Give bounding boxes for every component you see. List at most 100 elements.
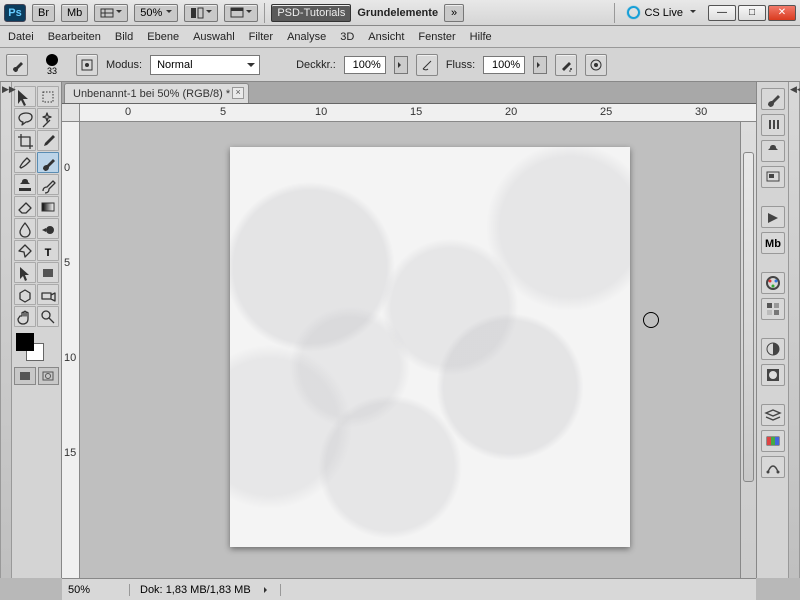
foreground-color-swatch[interactable] <box>16 333 34 351</box>
canvas-viewport[interactable] <box>80 122 740 578</box>
flow-input[interactable]: 100% <box>483 56 525 74</box>
svg-text:T: T <box>45 247 52 259</box>
quickmask-mode-button[interactable] <box>38 367 60 385</box>
zoom-level-dropdown[interactable]: 50% <box>134 4 178 22</box>
opacity-scrubber[interactable] <box>394 56 408 74</box>
rect-marquee-tool[interactable] <box>37 86 59 107</box>
menu-bar: Datei Bearbeiten Bild Ebene Auswahl Filter Ana… <box>0 26 800 48</box>
menu-datei[interactable]: Datei <box>8 31 34 43</box>
path-select-tool[interactable] <box>14 262 36 283</box>
gradient-tool[interactable] <box>37 196 59 217</box>
svg-text:Mb: Mb <box>765 238 781 250</box>
window-maximize-button[interactable]: □ <box>738 5 766 21</box>
menu-auswahl[interactable]: Auswahl <box>193 31 235 43</box>
menu-bearbeiten[interactable]: Bearbeiten <box>48 31 101 43</box>
right-dock-collapse[interactable]: ◀◀ <box>788 82 800 578</box>
swatches-panel-icon[interactable] <box>761 298 785 320</box>
zoom-tool[interactable] <box>37 306 59 327</box>
screen-mode-button[interactable] <box>224 4 258 22</box>
menu-ebene[interactable]: Ebene <box>147 31 179 43</box>
actions-panel-icon[interactable] <box>761 206 785 228</box>
blend-mode-label: Modus: <box>106 59 142 71</box>
menu-analyse[interactable]: Analyse <box>287 31 326 43</box>
opacity-label: Deckkr.: <box>296 59 336 71</box>
eyedropper-tool[interactable] <box>37 130 59 151</box>
brush-panel-toggle[interactable] <box>76 54 98 76</box>
bridge-launch-button[interactable]: Br <box>32 4 55 22</box>
tool-preset-picker[interactable] <box>6 54 28 76</box>
document-canvas[interactable] <box>230 147 630 547</box>
horizontal-ruler: 05101520253035 <box>62 104 756 122</box>
vertical-ruler: 051015 <box>62 122 80 578</box>
adjustments-panel-icon[interactable] <box>761 338 785 360</box>
left-dock-collapse[interactable]: ▶▶ <box>0 82 12 578</box>
window-close-button[interactable]: ✕ <box>768 5 796 21</box>
opacity-input[interactable]: 100% <box>344 56 386 74</box>
view-extras-button[interactable] <box>94 4 128 22</box>
menu-filter[interactable]: Filter <box>249 31 273 43</box>
pen-tool[interactable] <box>14 240 36 261</box>
workspace-psdtutorials-button[interactable]: PSD-Tutorials <box>271 4 351 22</box>
photoshop-logo: Ps <box>4 4 26 22</box>
document-tab[interactable]: Unbenannt-1 bei 50% (RGB/8) * × <box>64 83 249 103</box>
menu-ansicht[interactable]: Ansicht <box>368 31 404 43</box>
menu-hilfe[interactable]: Hilfe <box>470 31 492 43</box>
blur-tool[interactable] <box>14 218 36 239</box>
eraser-tool[interactable] <box>14 196 36 217</box>
navigator-panel-icon[interactable] <box>761 166 785 188</box>
magic-wand-tool[interactable] <box>37 108 59 129</box>
menu-bild[interactable]: Bild <box>115 31 133 43</box>
dodge-tool[interactable] <box>37 218 59 239</box>
cslive-icon <box>627 6 640 19</box>
window-minimize-button[interactable]: — <box>708 5 736 21</box>
flow-label: Fluss: <box>446 59 475 71</box>
lasso-tool[interactable] <box>14 108 36 129</box>
menu-fenster[interactable]: Fenster <box>418 31 455 43</box>
masks-panel-icon[interactable] <box>761 364 785 386</box>
3d-camera-tool[interactable] <box>37 284 59 305</box>
close-tab-icon[interactable]: × <box>232 87 244 99</box>
brush-presets-icon[interactable] <box>761 114 785 136</box>
options-bar: 33 Modus: Normal Deckkr.: 100% Fluss: 10… <box>0 48 800 82</box>
menu-3d[interactable]: 3D <box>340 31 354 43</box>
brush-panel-icon[interactable] <box>761 88 785 110</box>
layers-panel-icon[interactable] <box>761 404 785 426</box>
tools-panel: T <box>12 82 62 578</box>
stamp-tool[interactable] <box>14 174 36 195</box>
document-tab-strip: Unbenannt-1 bei 50% (RGB/8) * × <box>62 82 756 104</box>
brush-preset-picker[interactable]: 33 <box>36 54 68 76</box>
flow-scrubber[interactable] <box>533 56 547 74</box>
type-tool[interactable]: T <box>37 240 59 261</box>
airbrush-button[interactable] <box>555 54 577 76</box>
clone-source-icon[interactable] <box>761 140 785 162</box>
status-zoom-input[interactable]: 50% <box>62 584 130 596</box>
color-swatches[interactable] <box>14 333 59 363</box>
healing-tool[interactable] <box>14 152 36 173</box>
hand-tool[interactable] <box>14 306 36 327</box>
opacity-pressure-button[interactable] <box>416 54 438 76</box>
arrange-documents-button[interactable] <box>184 4 218 22</box>
rectangle-shape-tool[interactable] <box>37 262 59 283</box>
minibridge-panel-icon[interactable]: Mb <box>761 232 785 254</box>
history-brush-tool[interactable] <box>37 174 59 195</box>
brush-cursor-icon <box>643 312 659 328</box>
horizontal-scrollbar[interactable] <box>281 582 756 598</box>
right-panel-dock: Mb <box>756 82 788 578</box>
standard-mode-button[interactable] <box>14 367 36 385</box>
channels-panel-icon[interactable] <box>761 430 785 452</box>
blend-mode-dropdown[interactable]: Normal <box>150 55 260 75</box>
move-tool[interactable] <box>14 86 36 107</box>
cslive-dropdown[interactable]: CS Live <box>621 6 702 19</box>
minibridge-launch-button[interactable]: Mb <box>61 4 88 22</box>
size-pressure-button[interactable] <box>585 54 607 76</box>
color-panel-icon[interactable] <box>761 272 785 294</box>
workspace-more-button[interactable]: » <box>444 4 464 22</box>
document-tab-title: Unbenannt-1 bei 50% (RGB/8) * <box>73 88 230 100</box>
crop-tool[interactable] <box>14 130 36 151</box>
workspace-name-label: Grundelemente <box>357 7 438 19</box>
status-docinfo[interactable]: Dok: 1,83 MB/1,83 MB <box>130 584 281 596</box>
brush-tool[interactable] <box>37 152 59 173</box>
vertical-scrollbar[interactable] <box>740 122 756 578</box>
3d-rotate-tool[interactable] <box>14 284 36 305</box>
paths-panel-icon[interactable] <box>761 456 785 478</box>
